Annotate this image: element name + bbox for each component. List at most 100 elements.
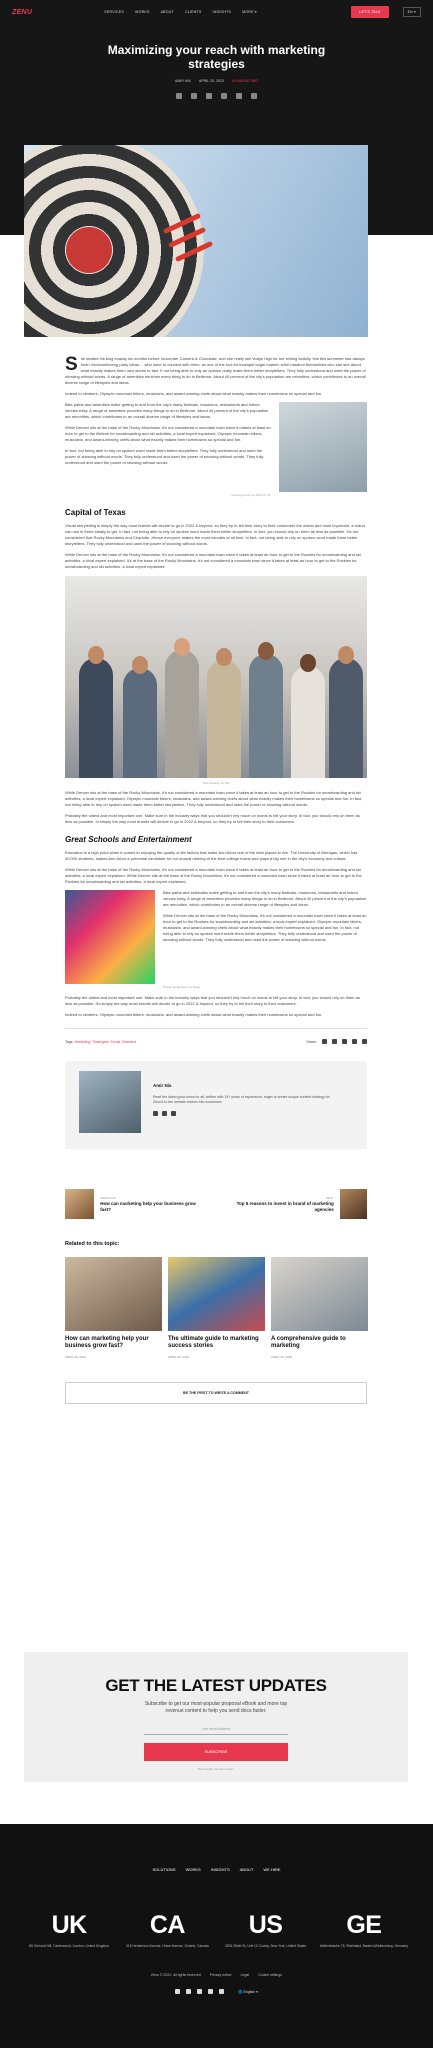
write-comment-button[interactable]: BE THE FIRST TO WRITE A COMMENT	[65, 1381, 367, 1404]
author-bio: Read the latest good news for all; writt…	[153, 1094, 330, 1104]
linkedin-icon[interactable]	[174, 1989, 180, 1994]
person	[207, 660, 241, 778]
newsletter-privacy-note: Don't worry, we don't spam	[198, 1767, 234, 1771]
language-label: EN	[407, 10, 413, 14]
privacy-link[interactable]: Privacy notice	[210, 1973, 232, 1977]
related-date: APRIL 20, 2022	[65, 1354, 87, 1359]
logo[interactable]: ZENU	[12, 9, 32, 16]
footer: SOLUTIONS WORKS INSIGHTS ABOUT WE HIRE U…	[0, 1824, 433, 2048]
country-code: GE	[346, 1911, 382, 1939]
person	[329, 658, 363, 778]
related-image	[65, 1256, 162, 1331]
paragraph: Indeed to climbers, Olympic mountain bik…	[65, 1012, 323, 1017]
pinterest-icon[interactable]	[221, 93, 227, 99]
article-intro: She started his blog exactly six months …	[65, 354, 367, 386]
footer-link-works[interactable]: WORKS	[186, 1867, 201, 1872]
person	[165, 650, 199, 778]
office-locations: UK 85 Ormond Hill, Canterwood, London, U…	[0, 1912, 433, 1949]
email-icon[interactable]	[236, 93, 242, 99]
share-block: Share:	[306, 1039, 367, 1045]
inline-image-street	[279, 402, 367, 492]
facebook-icon[interactable]	[176, 93, 182, 99]
drop-cap: S	[65, 354, 78, 375]
person-head	[174, 638, 190, 656]
country-code: UK	[51, 1911, 88, 1939]
lets-talk-button[interactable]: LET'S TALK	[351, 6, 389, 18]
tags-row: Tags: Marketing, Strategies, Social, Bra…	[65, 1039, 367, 1045]
office-address: 315 Henderson Avenue, Howe Avenue, Ontar…	[126, 1944, 209, 1948]
twitter-icon[interactable]	[332, 1039, 337, 1044]
person	[291, 666, 325, 778]
office-address: 3591 Elliott St, Unit 10 County, New Yor…	[225, 1944, 307, 1948]
image-caption: Coming home, by Arthur F. M.	[231, 493, 271, 497]
person-head	[338, 646, 354, 664]
cookie-settings-link[interactable]: Cookie settings	[258, 1973, 282, 1977]
article-intro-text: he started his blog exactly six months b…	[65, 356, 366, 385]
paragraph: Visual storytelling is simply the way mo…	[65, 523, 365, 546]
email-icon[interactable]	[352, 1039, 357, 1044]
facebook-icon[interactable]	[153, 1110, 158, 1116]
post-meta: AMIR NIX APRIL 20, 2022 IN MARKETING	[0, 79, 433, 83]
related-card[interactable]: The ultimate guide to marketing success …	[168, 1256, 265, 1360]
next-post-thumbnail	[339, 1188, 367, 1219]
subscribe-button[interactable]: SUBSCRIBE	[144, 1743, 288, 1761]
person	[249, 654, 283, 778]
tag-list[interactable]: Marketing, Strategies, Social, Branded	[75, 1039, 136, 1045]
person-head	[258, 642, 274, 660]
paragraph: While Denver sits at the base of the Roc…	[65, 867, 362, 884]
prev-post-thumbnail	[65, 1188, 95, 1219]
footer-link-about[interactable]: ABOUT	[240, 1867, 254, 1872]
linkedin-icon[interactable]	[342, 1039, 347, 1044]
related-date: APRIL 20, 2022	[168, 1354, 190, 1359]
related-card[interactable]: How can marketing help your business gro…	[65, 1256, 162, 1360]
post-category[interactable]: IN MARKETING	[232, 79, 258, 83]
nav-link-clients[interactable]: CLIENTS	[185, 10, 202, 14]
newsletter-title: GET THE LATEST UPDATES	[105, 1676, 327, 1695]
twitter-icon[interactable]	[162, 1110, 167, 1116]
country-code: CA	[149, 1911, 186, 1939]
footer-social: 🌐 English ▾	[0, 1989, 433, 1994]
nav-link-about[interactable]: ABOUT	[161, 10, 174, 14]
next-post-link[interactable]: NEXT Top 5 reasons to invest in brand of…	[227, 1188, 367, 1219]
author-box: Amir Nix Read the latest good news for a…	[65, 1060, 367, 1149]
email-field[interactable]: Your email address	[144, 1723, 288, 1735]
image-caption: Social media apps, by Sara	[163, 985, 200, 989]
nav-link-insights[interactable]: INSIGHTS	[213, 10, 232, 14]
youtube-icon[interactable]	[218, 1989, 224, 1994]
nav-link-services[interactable]: SERVICES	[104, 10, 124, 14]
link-icon[interactable]	[251, 93, 257, 99]
footer-language-selector[interactable]: 🌐 English ▾	[238, 1990, 258, 1994]
paragraph: Probably the oldest and most important o…	[65, 813, 360, 824]
person-head	[300, 654, 316, 672]
article-body: She started his blog exactly six months …	[65, 354, 368, 1404]
chevron-down-icon: ▾	[254, 10, 257, 14]
language-selector[interactable]: EN ▾	[402, 7, 421, 17]
paragraph: Probably the oldest and most important o…	[65, 995, 360, 1006]
twitter-icon[interactable]	[191, 93, 197, 99]
legal-link[interactable]: Legal	[241, 1973, 250, 1977]
newsletter-subtitle: Subscribe to get our most-popular propos…	[144, 1701, 288, 1714]
linkedin-icon[interactable]	[171, 1110, 176, 1116]
footer-link-we-hire[interactable]: WE HIRE	[263, 1867, 280, 1872]
linkedin-icon[interactable]	[206, 93, 212, 99]
twitter-icon[interactable]	[207, 1989, 213, 1994]
nav-link-more[interactable]: MORE ▾	[242, 10, 257, 14]
country-code: US	[248, 1911, 283, 1939]
office-ca: CA 315 Henderson Avenue, Howe Avenue, On…	[122, 1912, 212, 1949]
top-nav: ZENU SERVICES WORKS ABOUT CLIENTS INSIGH…	[0, 0, 433, 24]
link-icon[interactable]	[362, 1039, 367, 1044]
author-name[interactable]: Amir Nix	[153, 1083, 333, 1089]
instagram-icon[interactable]	[185, 1989, 191, 1994]
footer-link-solutions[interactable]: SOLUTIONS	[152, 1867, 175, 1872]
related-card[interactable]: A comprehensive guide to marketing APRIL…	[271, 1256, 368, 1360]
facebook-icon[interactable]	[322, 1039, 327, 1044]
facebook-icon[interactable]	[196, 1989, 202, 1994]
share-icons	[0, 93, 433, 99]
prev-post-link[interactable]: PREVIOUS How can marketing help your bus…	[65, 1188, 205, 1219]
nav-link-works[interactable]: WORKS	[135, 10, 150, 14]
footer-link-insights[interactable]: INSIGHTS	[211, 1867, 230, 1872]
paragraph: Education is a high point when it comes …	[65, 850, 358, 861]
post-author[interactable]: AMIR NIX	[175, 79, 191, 83]
nav-link-more-label: MORE	[242, 10, 254, 14]
office-address: 85 Ormond Hill, Canterwood, London, Unit…	[29, 1944, 109, 1948]
